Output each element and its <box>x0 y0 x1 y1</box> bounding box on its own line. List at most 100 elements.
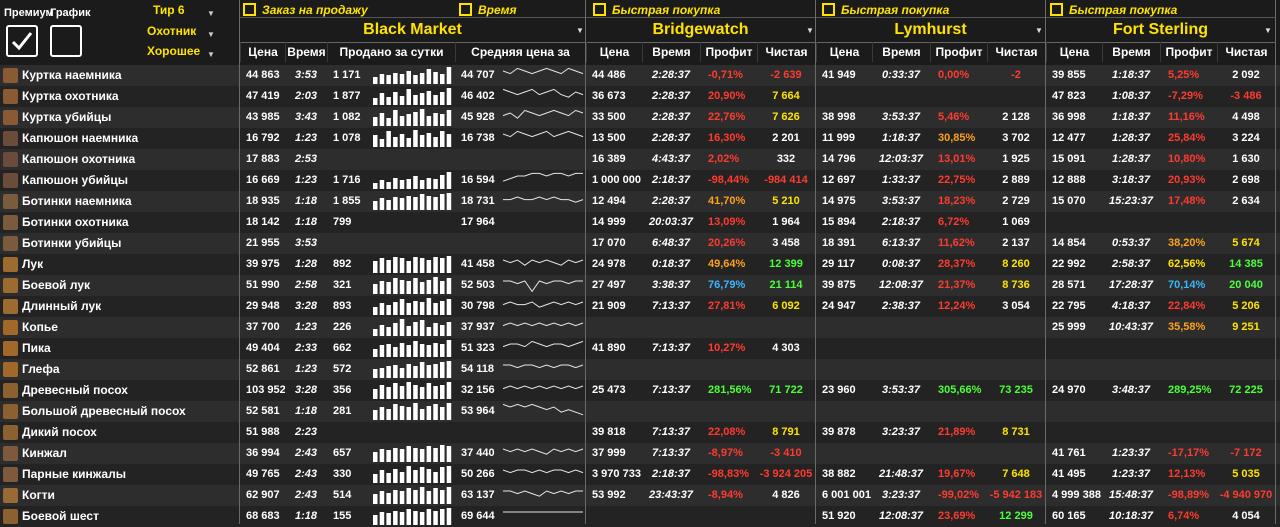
bm-time: 2:53 <box>294 153 318 165</box>
chevron-down-icon[interactable]: ▼ <box>576 26 584 35</box>
checkbox-icon[interactable] <box>1050 3 1063 16</box>
city-time: 1:33:37 <box>882 174 920 186</box>
table-row[interactable]: Куртка охотника 47 419 2:03 1 877 46 402 36 6… <box>0 86 1280 107</box>
city-title-fort-sterling[interactable]: Fort Sterling <box>1046 18 1275 43</box>
quick-buy-label: Быстрая покупка <box>1069 3 1178 17</box>
table-row[interactable]: Кинжал 36 994 2:43 657 37 440 37 999 7:13:37 -8… <box>0 443 1280 464</box>
table-row[interactable]: Когти 62 907 2:43 514 63 137 53 992 23:43:37 -8… <box>0 485 1280 506</box>
sell-order-option[interactable]: Заказ на продажу <box>243 3 368 17</box>
table-row[interactable]: Большой древесный посох 52 581 1:18 281 53 9… <box>0 401 1280 422</box>
avg-price-sparkline <box>503 196 584 203</box>
sold-bar <box>379 113 385 126</box>
city-net <box>987 401 1045 422</box>
city-title-bridgewatch[interactable]: Bridgewatch <box>586 18 815 43</box>
table-row[interactable]: Лук 39 975 1:28 892 41 458 24 978 0:18:37 49,64… <box>0 254 1280 275</box>
col-header-profit[interactable]: Профит <box>930 42 987 62</box>
col-header-bm-sold[interactable]: Продано за сутки <box>327 42 455 62</box>
col-header-net[interactable]: Чистая <box>1217 42 1275 62</box>
city-time: 1:18:37 <box>882 132 920 144</box>
avg-price-sparkline <box>503 364 584 369</box>
col-header-time[interactable]: Время <box>872 42 930 62</box>
quick-buy-lymhurst[interactable]: Быстрая покупка <box>822 3 949 17</box>
premium-checkbox[interactable] <box>6 25 38 57</box>
table-row[interactable]: Древесный посох 103 952 3:28 356 32 156 25 47… <box>0 380 1280 401</box>
checkbox-icon[interactable] <box>593 3 606 16</box>
col-header-profit[interactable]: Профит <box>1160 42 1217 62</box>
table-row[interactable]: Парные кинжалы 49 765 2:43 330 50 266 3 970 7… <box>0 464 1280 485</box>
city-net: 4 498 <box>1232 111 1260 123</box>
table-row[interactable]: Куртка убийцы 43 985 3:43 1 082 45 928 33 500… <box>0 107 1280 128</box>
checkbox-icon[interactable] <box>822 3 835 16</box>
table-row[interactable]: Длинный лук 29 948 3:28 893 30 798 21 909 7:13… <box>0 296 1280 317</box>
col-header-net[interactable]: Чистая <box>757 42 815 62</box>
table-row[interactable]: Боевой лук 51 990 2:58 321 52 503 27 497 3:38:… <box>0 275 1280 296</box>
col-header-time[interactable]: Время <box>642 42 700 62</box>
checkbox-icon[interactable] <box>243 3 256 16</box>
city-time: 2:58:37 <box>1112 258 1150 270</box>
sold-bar <box>419 409 425 420</box>
table-row[interactable]: Ботинки наемника 18 935 1:18 1 855 18 731 12 … <box>0 191 1280 212</box>
sold-bar <box>399 258 405 273</box>
sold-bar <box>426 469 432 483</box>
spear-icon <box>3 341 18 356</box>
avg-price-sparkline <box>502 130 584 138</box>
city-price: 14 999 <box>592 216 626 228</box>
city-time <box>1102 212 1160 233</box>
col-header-net[interactable]: Чистая <box>987 42 1045 62</box>
table-row[interactable]: Глефа 52 861 1:23 572 54 118 <box>0 359 1280 380</box>
table-row[interactable]: Копье 37 700 1:23 226 37 937 25 999 10:43:37 35… <box>0 317 1280 338</box>
city-title-lymhurst[interactable]: Lymhurst <box>816 18 1045 43</box>
sold-bar <box>393 469 398 483</box>
sold-bar <box>440 258 445 273</box>
col-header-time[interactable]: Время <box>1102 42 1160 62</box>
col-header-price[interactable]: Цена <box>586 42 642 62</box>
col-header-bm-price[interactable]: Цена <box>240 42 285 62</box>
chevron-down-icon[interactable]: ▼ <box>1035 26 1043 35</box>
table-row[interactable]: Капюшон наемника 16 792 1:23 1 078 16 738 13 … <box>0 128 1280 149</box>
city-time: 2:28:37 <box>652 111 690 123</box>
city-net: -3 924 205 <box>759 468 813 480</box>
item-name: Когти <box>22 488 55 502</box>
sold-bar <box>419 258 425 273</box>
sold-bar <box>399 180 405 189</box>
sold-bar <box>386 493 391 504</box>
chevron-down-icon[interactable]: ▼ <box>806 26 814 35</box>
category-select[interactable]: Охотник <box>147 24 196 38</box>
col-header-profit[interactable]: Профит <box>700 42 757 62</box>
graph-checkbox[interactable] <box>50 25 82 57</box>
city-net: 2 889 <box>1002 174 1030 186</box>
table-row[interactable]: Пика 49 404 2:33 662 51 323 41 890 7:13:37 10,2… <box>0 338 1280 359</box>
time-option[interactable]: Время <box>459 3 517 17</box>
chevron-down-icon[interactable]: ▼ <box>1264 26 1272 35</box>
sold-bar <box>406 345 411 357</box>
sold-bars-chart <box>373 445 452 462</box>
table-row[interactable]: Ботинки убийцы 21 955 3:53 17 070 6:48:37 20,… <box>0 233 1280 254</box>
quick-buy-bridgewatch[interactable]: Быстрая покупка <box>593 3 720 17</box>
sold-bar <box>373 474 378 483</box>
table-row[interactable]: Капюшон охотника 17 883 2:53 16 389 4:43:37 2… <box>0 149 1280 170</box>
city-time <box>642 401 700 422</box>
table-row[interactable]: Дикий посох 51 988 2:23 39 818 7:13:37 22,08%… <box>0 422 1280 443</box>
col-header-bm-avg[interactable]: Средняя цена за сутки <box>455 42 585 79</box>
table-row[interactable]: Капюшон убийцы 16 669 1:23 1 716 16 594 1 000… <box>0 170 1280 191</box>
city-net: 8 736 <box>1002 279 1030 291</box>
checkbox-icon[interactable] <box>459 3 472 16</box>
bm-avg-price: 30 798 <box>461 300 495 312</box>
tier-select[interactable]: Тир 6 <box>153 3 185 17</box>
col-header-bm-time[interactable]: Время <box>285 42 327 62</box>
table-row[interactable]: Ботинки охотника 18 142 1:18 799 17 964 14 99… <box>0 212 1280 233</box>
chevron-down-icon[interactable]: ▼ <box>207 30 215 39</box>
quick-buy-fort-sterling[interactable]: Быстрая покупка <box>1050 3 1177 17</box>
col-header-price[interactable]: Цена <box>816 42 872 62</box>
city-profit: 21,89% <box>938 426 976 438</box>
col-header-price[interactable]: Цена <box>1046 42 1102 62</box>
bm-time: 3:28 <box>294 384 318 396</box>
sold-bar <box>426 116 432 126</box>
quality-select[interactable]: Хорошее <box>147 44 200 58</box>
avg-price-sparkline <box>502 259 584 266</box>
table-row[interactable]: Куртка наемника 44 863 3:53 1 171 44 707 44 4… <box>0 65 1280 86</box>
chevron-down-icon[interactable]: ▼ <box>207 50 215 59</box>
sold-bar <box>373 261 378 273</box>
chevron-down-icon[interactable]: ▼ <box>207 9 215 18</box>
city-title-black-market[interactable]: Black Market <box>240 18 585 43</box>
